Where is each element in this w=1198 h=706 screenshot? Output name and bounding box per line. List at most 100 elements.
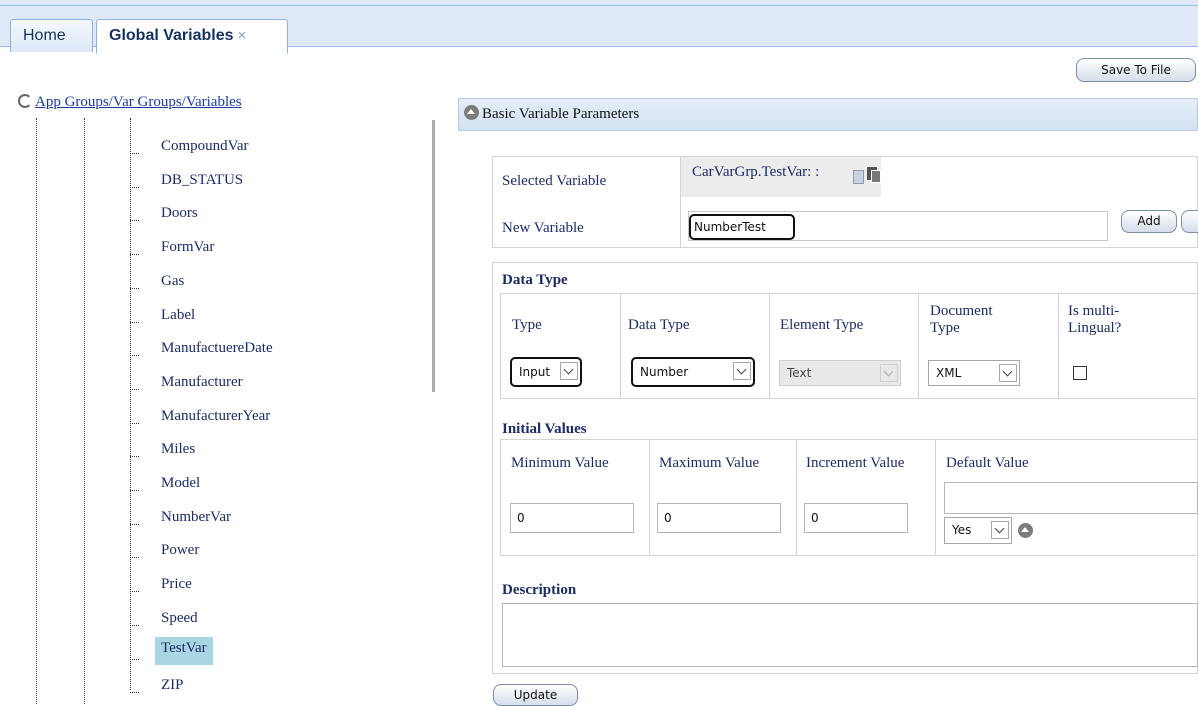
tree-item[interactable]: Gas [130,270,250,300]
tree-connector [130,472,139,491]
tree-item-label: ZIP [161,677,184,693]
divider [620,293,621,399]
maximum-value-label: Maximum Value [659,455,760,471]
splitter-handle[interactable] [432,120,435,392]
close-icon[interactable]: × [238,27,247,44]
default-value-input[interactable] [944,482,1198,514]
tab-home-label: Home [23,27,66,44]
default-value-select[interactable]: Yes [944,517,1012,544]
data-type-select[interactable]: Number [631,357,755,387]
tree-connector [130,641,139,660]
tree-connector [130,607,139,626]
tree-item[interactable]: TestVar [130,637,250,671]
increment-value-label: Increment Value [806,455,905,471]
increment-value-input[interactable]: 0 [804,503,908,533]
document-icon[interactable] [853,170,864,184]
maximum-value-input[interactable]: 0 [657,503,781,533]
tree-item[interactable]: NumberVar [130,506,250,536]
tree-item[interactable]: CompoundVar [130,135,250,165]
tree-item-label: Manufacturer [161,374,243,390]
default-value-label: Default Value [946,455,1029,471]
selected-variable-value: CarVarGrp.TestVar: : [692,164,820,180]
tree-root-link[interactable]: App Groups/Var Groups/Variables [35,94,242,110]
tree-item-label: Power [161,542,200,558]
tree-item-label: FormVar [161,239,215,255]
new-variable-label: New Variable [502,220,584,236]
multilingual-checkbox[interactable] [1073,366,1087,380]
panel-title: Basic Variable Parameters [482,106,640,122]
add-button[interactable]: Add [1121,210,1177,233]
tree-item-label: TestVar [155,637,213,665]
tree-connector [130,506,139,525]
tree-item-label: ManufacturerYear [161,408,271,424]
tree-item[interactable]: FormVar [130,236,250,266]
element-type-select-value: Text [787,366,812,380]
divider [935,439,936,556]
description-textarea[interactable] [502,603,1198,667]
tree-item[interactable]: Label [130,304,250,334]
copy-icon[interactable] [867,167,881,183]
element-type-select: Text [779,360,901,386]
tab-home[interactable]: Home [10,19,93,52]
collapse-icon[interactable] [1018,523,1033,538]
tree-item[interactable]: Power [130,539,250,569]
more-button[interactable] [1181,210,1198,233]
tree-item-label: NumberVar [161,509,231,525]
tree-item[interactable]: ZIP [130,674,250,704]
tree-item-label: Miles [161,441,196,457]
initial-values-title: Initial Values [502,421,587,437]
tab-global-variables-label: Global Variables [109,27,234,44]
data-type-title: Data Type [502,272,568,288]
divider [918,293,919,399]
tree-item-label: Model [161,475,201,491]
tree-item[interactable]: ManufacturerYear [130,405,270,435]
tree-connector [130,438,139,457]
tree-item-label: Doors [161,205,198,221]
tree-item-label: Price [161,576,192,592]
tree-item-label: Speed [161,610,198,626]
tree-connector [130,539,139,558]
tree-item-label: DB_STATUS [161,172,244,188]
save-to-file-button[interactable]: Save To File [1076,58,1196,82]
panel-header[interactable]: Basic Variable Parameters [458,98,1198,131]
data-type-select-value: Number [640,365,689,379]
divider [796,439,797,556]
tree-connector [130,371,139,390]
tab-global-variables[interactable]: Global Variables × [96,19,288,54]
type-select-value: Input [519,365,551,379]
description-title: Description [502,582,577,598]
minimum-value-label: Minimum Value [511,455,609,471]
tree-item-label: ManufactuereDate [161,340,273,356]
chevron-down-icon [880,364,898,382]
tree-item[interactable]: Manufacturer [130,371,250,401]
tree-connector [130,405,139,424]
data-type-label: Data Type [628,317,690,333]
multilingual-label: Is multi- Lingual? [1068,303,1122,336]
type-select[interactable]: Input [510,357,582,387]
document-type-select[interactable]: XML [928,360,1020,386]
new-variable-input[interactable]: NumberTest [689,214,795,240]
tree-item[interactable]: Doors [130,202,250,232]
tree-item[interactable]: Model [130,472,250,502]
collapse-icon[interactable] [464,105,479,120]
refresh-icon[interactable] [18,94,32,108]
element-type-label: Element Type [780,317,864,333]
tree-item[interactable]: Price [130,573,250,603]
tab-bar: Home Global Variables × [0,6,1198,54]
chevron-down-icon [991,521,1009,539]
tree-connector [130,304,139,323]
tree-connector [130,573,139,592]
divider [769,293,770,399]
tree-item[interactable]: ManufactuereDate [130,337,273,367]
divider [649,439,650,556]
tree-root[interactable]: App Groups/Var Groups/Variables [18,94,242,111]
minimum-value-input[interactable]: 0 [510,503,634,533]
tree-connector [130,202,139,221]
tree-item[interactable]: Speed [130,607,250,637]
tree-item[interactable]: DB_STATUS [130,169,250,199]
chevron-down-icon [733,362,751,380]
default-value-select-value: Yes [952,523,972,537]
tree-connector [130,270,139,289]
update-button[interactable]: Update [493,684,578,706]
tree-item[interactable]: Miles [130,438,250,468]
